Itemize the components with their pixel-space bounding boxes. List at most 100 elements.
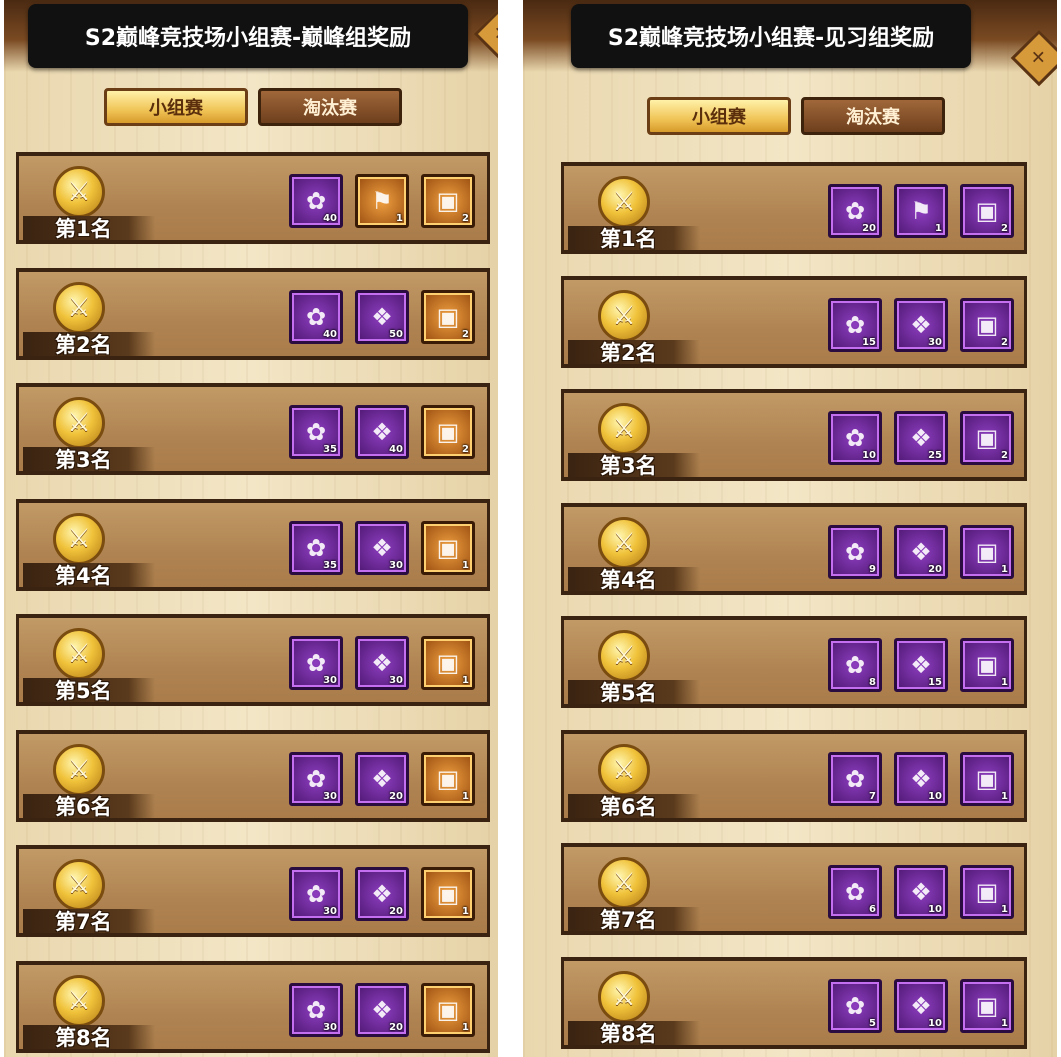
reward-row: ⚔ 第2名 ✿ 40 ❖ 50 ▣ 2	[16, 267, 490, 360]
tab-group-stage[interactable]: 小组赛	[104, 88, 248, 126]
rank-medal-icon: ⚔	[598, 743, 650, 796]
stamp-card-icon: ❖	[910, 878, 932, 906]
token-bag-icon: ✿	[844, 651, 866, 679]
item-count: 8	[869, 677, 876, 688]
reward-item-slot[interactable]: ✿ 7	[828, 751, 882, 806]
reward-item-slot[interactable]: ❖ 10	[894, 865, 948, 919]
tab-knockout[interactable]: 淘汰赛	[258, 88, 402, 126]
reward-item-slot[interactable]: ⚑ 1	[894, 184, 948, 238]
reward-item-slot[interactable]: ✿ 6	[828, 865, 882, 919]
reward-item-slot[interactable]: ⚑ 1	[355, 174, 409, 228]
reward-item-slot[interactable]: ✿ 8	[828, 638, 882, 692]
reward-item-slot[interactable]: ▣ 1	[421, 982, 475, 1037]
reward-item-slot[interactable]: ✿ 30	[289, 982, 343, 1037]
token-bag-icon: ✿	[844, 764, 866, 793]
item-count: 1	[1001, 904, 1008, 915]
tab-group-stage[interactable]: 小组赛	[647, 97, 791, 135]
item-count: 30	[389, 675, 403, 686]
rank-ribbon: 第4名	[23, 562, 155, 588]
reward-item-slot[interactable]: ▣ 2	[421, 289, 475, 344]
rank-ribbon: 第7名	[23, 909, 155, 934]
reward-item-slot[interactable]: ▣ 1	[960, 638, 1014, 692]
rank-medal-icon: ⚔	[53, 166, 105, 218]
reward-item-slot[interactable]: ❖ 10	[894, 751, 948, 806]
item-count: 30	[323, 1021, 337, 1033]
reward-item-slot[interactable]: ▣ 1	[421, 636, 475, 690]
reward-item-slot[interactable]: ▣ 1	[421, 751, 475, 806]
rank-ribbon: 第2名	[568, 339, 700, 365]
reward-item-slot[interactable]: ❖ 20	[894, 524, 948, 579]
item-count: 20	[389, 1021, 403, 1033]
reward-item-slot[interactable]: ▣ 2	[421, 405, 475, 459]
reward-item-slot[interactable]: ✿ 30	[289, 867, 343, 921]
item-count: 9	[869, 563, 876, 575]
reward-item-slot[interactable]: ▣ 1	[960, 524, 1014, 579]
reward-item-slot[interactable]: ❖ 20	[355, 867, 409, 921]
token-bag-icon: ✿	[844, 878, 866, 906]
item-count: 20	[389, 906, 403, 917]
reward-item-slot[interactable]: ❖ 50	[355, 289, 409, 344]
reward-item-slot[interactable]: ✿ 30	[289, 636, 343, 690]
banner-frame-icon: ⚑	[371, 187, 393, 215]
tab-knockout[interactable]: 淘汰赛	[801, 97, 945, 135]
banner-frame-icon: ⚑	[910, 197, 932, 225]
rank-label: 第1名	[55, 217, 112, 241]
treasure-chest-icon: ▣	[975, 991, 999, 1020]
rank-label: 第4名	[55, 563, 112, 588]
reward-item-slot[interactable]: ✿ 20	[828, 184, 882, 238]
reward-item-slot[interactable]: ❖ 10	[894, 978, 948, 1033]
rank-ribbon: 第2名	[23, 331, 155, 357]
rank-ribbon: 第8名	[568, 1020, 700, 1046]
item-count: 1	[1001, 1017, 1008, 1029]
reward-item-slot[interactable]: ✿ 40	[289, 289, 343, 344]
stamp-card-icon: ❖	[910, 991, 932, 1020]
stamp-card-icon: ❖	[910, 310, 932, 339]
reward-row: ⚔ 第8名 ✿ 30 ❖ 20 ▣ 1	[16, 960, 490, 1053]
reward-item-slot[interactable]: ✿ 9	[828, 524, 882, 579]
reward-item-slot[interactable]: ✿ 5	[828, 978, 882, 1033]
rank-medal-icon: ⚔	[598, 630, 650, 682]
stamp-card-icon: ❖	[910, 651, 932, 679]
rank-label: 第4名	[600, 567, 657, 592]
reward-items: ✿ 15 ❖ 30 ▣ 2	[828, 297, 1014, 352]
reward-items: ✿ 5 ❖ 10 ▣ 1	[828, 978, 1014, 1033]
rank-medal-icon: ⚔	[53, 281, 105, 334]
reward-item-slot[interactable]: ▣ 2	[960, 411, 1014, 465]
reward-item-slot[interactable]: ✿ 40	[289, 174, 343, 228]
rank-ribbon: 第4名	[568, 566, 700, 592]
reward-item-slot[interactable]: ❖ 30	[894, 297, 948, 352]
reward-item-slot[interactable]: ▣ 2	[960, 297, 1014, 352]
reward-panel-peak: S2巅峰竞技场小组赛-巅峰组奖励 ✕ 小组赛 淘汰赛 ⚔ 第1名 ✿ 40 ⚑ 1 ▣ 2 ⚔ 第…	[4, 0, 498, 1057]
stamp-card-icon: ❖	[371, 995, 393, 1024]
reward-item-slot[interactable]: ✿ 35	[289, 405, 343, 459]
reward-items: ✿ 7 ❖ 10 ▣ 1	[828, 751, 1014, 806]
reward-item-slot[interactable]: ▣ 2	[960, 184, 1014, 238]
reward-item-slot[interactable]: ❖ 30	[355, 520, 409, 575]
reward-item-slot[interactable]: ❖ 40	[355, 405, 409, 459]
stamp-card-icon: ❖	[910, 537, 932, 566]
reward-item-slot[interactable]: ▣ 1	[960, 865, 1014, 919]
token-bag-icon: ✿	[305, 880, 327, 908]
token-bag-icon: ✿	[305, 764, 327, 793]
reward-item-slot[interactable]: ✿ 10	[828, 411, 882, 465]
reward-item-slot[interactable]: ❖ 25	[894, 411, 948, 465]
item-count: 35	[323, 559, 337, 571]
reward-item-slot[interactable]: ▣ 2	[421, 174, 475, 228]
reward-item-slot[interactable]: ✿ 35	[289, 520, 343, 575]
reward-item-slot[interactable]: ❖ 20	[355, 751, 409, 806]
reward-item-slot[interactable]: ❖ 20	[355, 982, 409, 1037]
item-count: 1	[935, 223, 942, 234]
treasure-chest-icon: ▣	[436, 302, 460, 331]
reward-item-slot[interactable]: ▣ 1	[960, 978, 1014, 1033]
rank-label: 第8名	[600, 1021, 657, 1046]
reward-items: ✿ 35 ❖ 30 ▣ 1	[289, 520, 475, 575]
item-count: 10	[928, 904, 942, 915]
reward-item-slot[interactable]: ❖ 30	[355, 636, 409, 690]
reward-item-slot[interactable]: ✿ 15	[828, 297, 882, 352]
reward-item-slot[interactable]: ❖ 15	[894, 638, 948, 692]
reward-item-slot[interactable]: ✿ 30	[289, 751, 343, 806]
reward-item-slot[interactable]: ▣ 1	[421, 520, 475, 575]
reward-items: ✿ 20 ⚑ 1 ▣ 2	[828, 184, 1014, 238]
reward-item-slot[interactable]: ▣ 1	[421, 867, 475, 921]
reward-item-slot[interactable]: ▣ 1	[960, 751, 1014, 806]
